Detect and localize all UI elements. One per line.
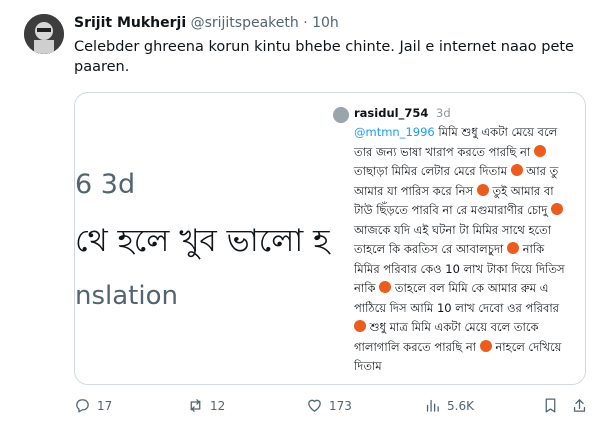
reply-icon: [76, 399, 89, 413]
reply-line-text: তুই আমার বা: [488, 183, 554, 198]
reply-line-text: তার জন্য ভাষা খারাপ করতে পারছি না: [354, 144, 531, 159]
reply-line: মিমির পরিবার কেও 10 লাখ টাকা দিয়ে দিতিস: [354, 260, 565, 280]
reply-line-text: টাউ ছিঁড়তে পারবি না রে মগুমারাণীর চোদু: [354, 203, 548, 217]
angry-emoji-icon: [533, 144, 546, 157]
reply-line-text: দিতাম: [354, 359, 382, 373]
angry-emoji-icon: [479, 339, 492, 352]
author-name[interactable]: Srijit Mukherji: [74, 15, 186, 31]
like-button[interactable]: 173: [306, 397, 352, 414]
tweet-text-line: paaren.: [74, 59, 130, 75]
reply-line-text: মিমি শুধু একটা মেয়ে বলে: [434, 125, 558, 139]
reply-line: তাছাড়া মিমির লেটার মেরে দিতাম আর তু: [354, 162, 565, 182]
reply-button[interactable]: 17: [74, 397, 112, 414]
reply-line: শুধু মাত্র মিমি একটা মেয়ে বলে তাকে: [354, 318, 565, 338]
reply-line-text: আর তু: [522, 164, 559, 178]
reply-username: rasidul_754: [354, 106, 429, 120]
reply-text: @mtmn_1996 মিমি শুধু একটা মেয়ে বলে তার …: [354, 123, 565, 377]
reply-mention: @mtmn_1996: [354, 125, 435, 139]
bookmark-icon: [545, 398, 556, 413]
retweet-icon: [190, 399, 201, 412]
reply-line-text: আমার যা পারিস করে নিস: [354, 183, 474, 198]
angry-emoji-icon: [507, 242, 519, 254]
tweet-header: Srijit Mukherji @srijitspeaketh · 10h: [74, 15, 339, 31]
reply-line: দিতাম: [354, 357, 565, 377]
reply-line-text: আজকে যদি এই ঘটনা টা মিমির সাথে হতো: [354, 222, 552, 237]
reply-line-text: শুধু মাত্র মিমি একটা মেয়ে বলে তাকে: [366, 320, 539, 334]
share-icon: [573, 399, 586, 412]
views-button[interactable]: 5.6K: [424, 397, 474, 414]
reply-line: তার জন্য ভাষা খারাপ করতে পারছি না: [354, 143, 565, 163]
quoted-reply-panel: rasidul_754 3d @mtmn_1996 মিমি শুধু একটা…: [333, 93, 585, 384]
reply-avatar: [333, 107, 349, 123]
avatar-photo: [24, 14, 64, 54]
reply-line: তাহলে কি করতিস রে আবালচুদা নাকি: [354, 240, 565, 260]
reply-time: 3d: [436, 106, 451, 120]
heart-icon: [308, 399, 321, 412]
reply-line: পাঠিয়ে দিস আমি 10 লাখ দেবো ওর পরিবার: [354, 299, 565, 319]
separator-dot: ·: [303, 15, 308, 31]
media-left-panel: 6 3d থে হলে খুব ভালো হ nslation: [75, 93, 345, 384]
share-button[interactable]: [571, 397, 588, 414]
tweet-text: Celebder ghreena korun kintu bhebe chint…: [74, 37, 574, 77]
reply-line-text: গালাগালি করতে পারছি না: [354, 339, 477, 354]
user-avatar[interactable]: [24, 14, 64, 54]
angry-emoji-icon: [510, 164, 523, 176]
reply-line-text: পাঠিয়ে দিস আমি 10 লাখ দেবো ওর পরিবার: [354, 300, 560, 315]
reply-line-text: মিমির পরিবার কেও 10 লাখ টাকা দিয়ে দিতিস: [354, 261, 565, 276]
reply-line-text: তাছাড়া মিমির লেটার মেরে দিতাম: [354, 164, 507, 178]
bookmark-button[interactable]: [542, 397, 559, 414]
reply-line: আমার যা পারিস করে নিস তুই আমার বা: [354, 182, 565, 202]
tweet-media-image[interactable]: 6 3d থে হলে খুব ভালো হ nslation rasidul_…: [74, 92, 586, 385]
retweet-button[interactable]: 12: [187, 397, 225, 414]
reply-header: rasidul_754 3d: [354, 106, 451, 120]
reply-count: 17: [97, 398, 113, 413]
author-handle[interactable]: @srijitspeaketh: [191, 15, 299, 31]
views-chart-icon: [426, 399, 439, 412]
angry-emoji-icon: [551, 203, 563, 215]
reply-line: @mtmn_1996 মিমি শুধু একটা মেয়ে বলে: [354, 123, 565, 143]
angry-emoji-icon: [354, 320, 366, 332]
reply-line-text: নাহলে দেখিয়ে: [491, 339, 562, 354]
tweet-time[interactable]: 10h: [312, 15, 339, 31]
reply-line-text: নাকি: [354, 281, 376, 295]
tweet-text-line: Celebder ghreena korun kintu bhebe chint…: [74, 39, 574, 55]
cropped-bengali-text: থে হলে খুব ভালো হ: [75, 223, 330, 259]
angry-emoji-icon: [379, 281, 392, 293]
cropped-time-text: 6 3d: [75, 169, 136, 200]
views-count: 5.6K: [447, 398, 474, 413]
reply-line-text: নাকি: [519, 242, 545, 256]
cropped-translation-text: nslation: [75, 281, 178, 311]
reply-line: টাউ ছিঁড়তে পারবি না রে মগুমারাণীর চোদু: [354, 201, 565, 221]
angry-emoji-icon: [476, 183, 489, 196]
reply-line: গালাগালি করতে পারছি না নাহলে দেখিয়ে: [354, 338, 565, 358]
retweet-count: 12: [210, 398, 226, 413]
reply-line: আজকে যদি এই ঘটনা টা মিমির সাথে হতো: [354, 221, 565, 241]
reply-line: নাকি তাহলে বল মিমি কে আমার রুম এ: [354, 279, 565, 299]
tweet-actions: 17 12 173 5.6K: [74, 397, 594, 419]
reply-line-text: তাহলে কি করতিস রে আবালচুদা: [354, 242, 504, 256]
reply-line-text: তাহলে বল মিমি কে আমার রুম এ: [391, 281, 549, 295]
like-count: 173: [329, 398, 352, 413]
